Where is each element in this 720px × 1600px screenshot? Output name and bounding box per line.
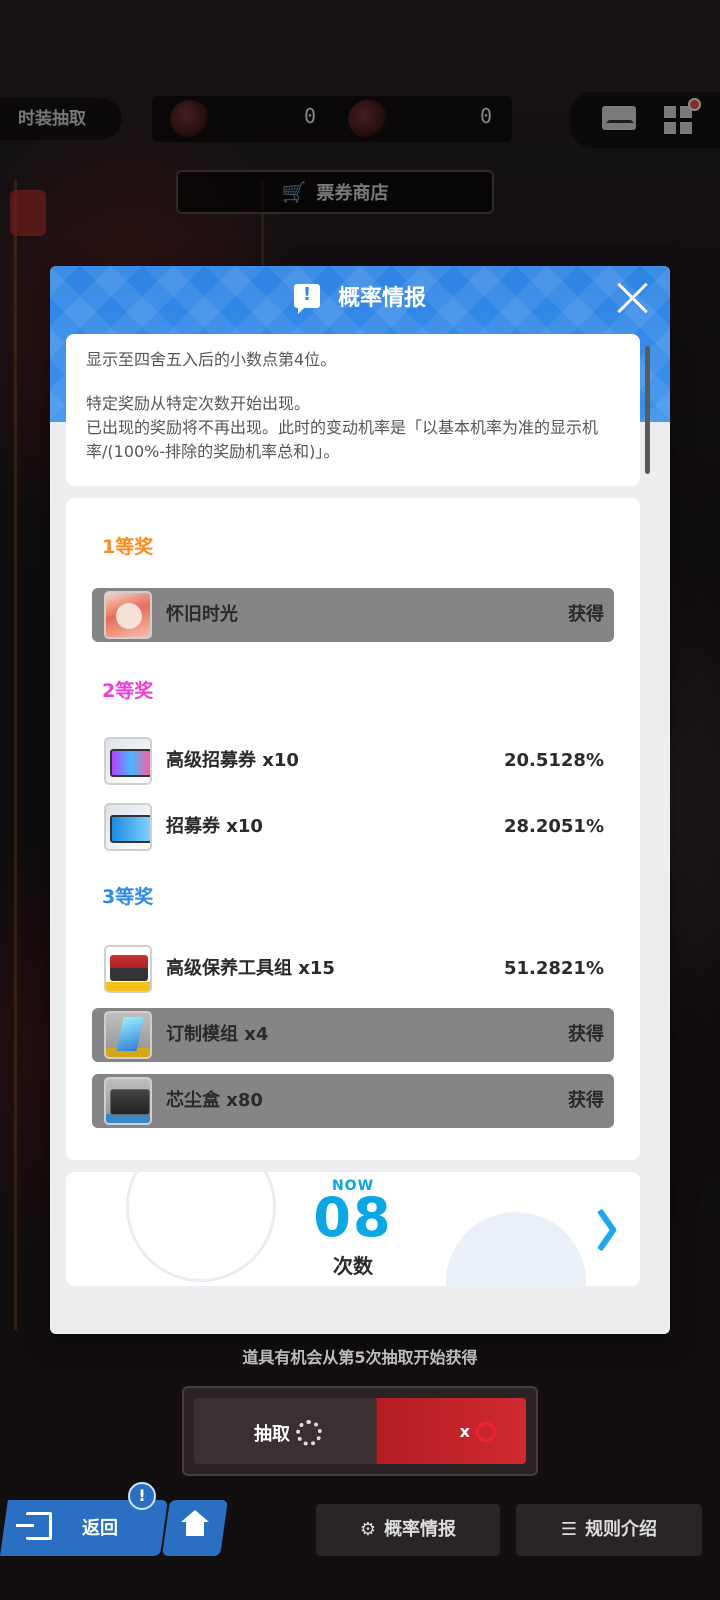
dialog-title: 概率情报 [337, 286, 426, 311]
rules-button[interactable]: ☰ 规则介绍 [516, 1504, 702, 1556]
dialog-title-wrap: 概率情报 [50, 280, 670, 320]
costume-thumbnail [104, 591, 152, 639]
custom-module-icon [104, 1011, 152, 1059]
gear-icon: ⚙ [359, 1519, 377, 1540]
prize-row[interactable]: 高级招募券 x10 20.5128% [92, 734, 614, 788]
prize-row[interactable]: 订制模组 x4 获得 [92, 1008, 614, 1062]
prize-list-card: 1等奖 怀旧时光 获得 2等奖 高级招募券 x10 20.5128% 招募券 x… [66, 498, 640, 1160]
advanced-recruit-ticket-icon [104, 737, 152, 785]
close-button[interactable] [614, 280, 650, 316]
prize-rate: 20.5128% [503, 750, 604, 771]
draw-hint-text: 道具有机会从第5次抽取开始获得 [242, 1348, 478, 1367]
prize-name: 高级保养工具组 x15 [166, 958, 335, 979]
prize-row[interactable]: 怀旧时光 获得 [92, 588, 614, 642]
draw-count-caption: 次数 [333, 1254, 373, 1278]
prize-rate: 28.2051% [503, 816, 604, 837]
back-label: 返回 [82, 1518, 118, 1539]
prize-status: 获得 [568, 604, 604, 625]
cost-token-icon [476, 1422, 496, 1442]
gear-icon [296, 1420, 322, 1446]
notice-line-2: 特定奖励从特定次数开始出现。 [86, 394, 311, 413]
toolkit-icon [104, 945, 152, 993]
notice-icon [293, 284, 320, 314]
prize-name: 订制模组 x4 [166, 1024, 269, 1045]
draw-button[interactable]: 抽取 x [182, 1386, 538, 1476]
alert-badge: ! [128, 1482, 156, 1510]
prize-status: 获得 [568, 1090, 604, 1111]
prize-row[interactable]: 芯尘盒 x80 获得 [92, 1074, 614, 1128]
draw-count-value: 08 [313, 1186, 393, 1249]
exit-icon [16, 1512, 52, 1540]
rules-label: 规则介绍 [585, 1519, 658, 1540]
prize-row[interactable]: 招募券 x10 28.2051% [92, 800, 614, 854]
draw-label: 抽取 [254, 1424, 290, 1445]
notice-card: 显示至四舍五入后的小数点第4位。 特定奖励从特定次数开始出现。 已出现的奖励将不… [66, 334, 640, 486]
draw-counter-card: NOW 08 次数 [66, 1172, 640, 1286]
list-icon: ☰ [560, 1519, 578, 1540]
recruit-ticket-icon [104, 803, 152, 851]
notice-scrollbar[interactable] [645, 346, 650, 474]
prize-name: 怀旧时光 [166, 604, 238, 625]
prize-name: 芯尘盒 x80 [166, 1090, 263, 1111]
notice-line-3: 已出现的奖励将不再出现。此时的变动机率是「以基本机率为准的显示机率/(100%-… [86, 418, 599, 461]
tier-2-label: 2等奖 [102, 680, 154, 702]
prize-rate: 51.2821% [503, 958, 604, 979]
chevron-right-icon[interactable] [600, 1208, 622, 1248]
prize-name: 招募券 x10 [166, 816, 263, 837]
prize-name: 高级招募券 x10 [166, 750, 299, 771]
prize-row[interactable]: 高级保养工具组 x15 51.2821% [92, 942, 614, 996]
probability-info-button[interactable]: ⚙ 概率情报 [316, 1504, 500, 1556]
home-icon [181, 1510, 209, 1540]
notice-line-1: 显示至四舍五入后的小数点第4位。 [86, 350, 337, 369]
tier-1-label: 1等奖 [102, 536, 154, 558]
tier-3-label: 3等奖 [102, 886, 154, 908]
draw-button-inner: 抽取 x [194, 1398, 526, 1464]
dust-box-icon [104, 1077, 152, 1125]
probability-dialog: 概率情报 显示至四舍五入后的小数点第4位。 特定奖励从特定次数开始出现。 已出现… [50, 266, 670, 1334]
probability-info-label: 概率情报 [384, 1519, 457, 1540]
draw-cost: x [459, 1422, 470, 1441]
prize-status: 获得 [568, 1024, 604, 1045]
